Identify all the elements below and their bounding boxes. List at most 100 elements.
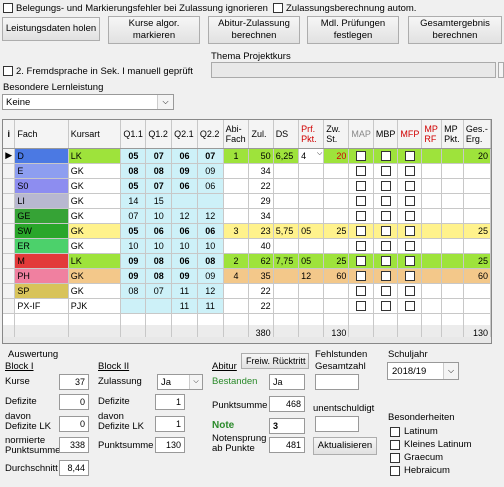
q-cell[interactable]: 06: [145, 223, 173, 239]
mbp-checkbox[interactable]: [373, 163, 399, 179]
checkbox-box[interactable]: [380, 150, 391, 161]
table-row[interactable]: PH GK 09 08 09 09 4 35 12 60 60: [3, 268, 491, 284]
mp-rf-cell[interactable]: [421, 208, 443, 224]
table-row[interactable]: SP GK 08 07 11 12 22: [3, 283, 491, 299]
q-cell[interactable]: 06: [197, 178, 224, 194]
q-cell[interactable]: 09: [120, 253, 147, 269]
gesamtzahl-field[interactable]: [315, 374, 359, 390]
mp-pkt-cell[interactable]: [441, 253, 464, 269]
checkbox-box[interactable]: [404, 195, 415, 206]
row-indicator[interactable]: [3, 283, 16, 299]
checkbox-box[interactable]: [404, 150, 415, 161]
q-cell[interactable]: [197, 193, 224, 209]
ignore-errors-checkbox[interactable]: [3, 3, 13, 13]
q-cell[interactable]: 05: [120, 223, 147, 239]
q-cell[interactable]: 06: [171, 253, 198, 269]
abifach-cell[interactable]: [223, 208, 250, 224]
map-checkbox[interactable]: [348, 148, 374, 164]
kurse-markieren-button[interactable]: Kurse algor. markieren: [108, 16, 200, 44]
col-header-ges[interactable]: Ges.-Erg.: [463, 120, 491, 149]
mbp-checkbox[interactable]: [373, 253, 399, 269]
mp-pkt-cell[interactable]: [441, 163, 464, 179]
abitur-zulassung-button[interactable]: Abitur-Zulassung berechnen: [208, 16, 300, 44]
mbp-checkbox[interactable]: [373, 268, 399, 284]
q-cell[interactable]: 15: [145, 193, 173, 209]
mfp-checkbox[interactable]: [397, 253, 423, 269]
row-indicator[interactable]: [3, 208, 16, 224]
q-cell[interactable]: 06: [197, 223, 224, 239]
kursart-cell[interactable]: GK: [68, 238, 122, 254]
fach-cell[interactable]: S0: [14, 178, 69, 194]
mbp-checkbox[interactable]: [373, 223, 399, 239]
mp-rf-cell[interactable]: [421, 253, 443, 269]
gesamtergebnis-button[interactable]: Gesamtergebnis berechnen: [408, 16, 502, 44]
checkbox-box[interactable]: [356, 150, 367, 161]
table-row[interactable]: SW GK 05 06 06 06 3 23 5,75 05 25 25: [3, 223, 491, 239]
mp-rf-cell[interactable]: [421, 298, 443, 314]
kursart-cell[interactable]: PJK: [68, 298, 122, 314]
row-indicator[interactable]: [3, 178, 16, 194]
row-indicator[interactable]: [3, 193, 16, 209]
mp-pkt-cell[interactable]: [441, 223, 464, 239]
q-cell[interactable]: 06: [171, 223, 198, 239]
q-cell[interactable]: 07: [197, 148, 224, 164]
q-cell[interactable]: 08: [120, 163, 147, 179]
mp-pkt-cell[interactable]: [441, 268, 464, 284]
checkbox-box[interactable]: [356, 255, 367, 266]
q-cell[interactable]: 08: [120, 283, 147, 299]
mp-pkt-cell[interactable]: [441, 148, 464, 164]
col-header-q12[interactable]: Q1.2: [145, 120, 173, 149]
col-header-zul[interactable]: Zul.: [248, 120, 274, 149]
mp-rf-cell[interactable]: [421, 238, 443, 254]
fach-cell[interactable]: PH: [14, 268, 69, 284]
checkbox-box[interactable]: [356, 240, 367, 251]
abifach-cell[interactable]: [223, 283, 250, 299]
col-header-prf[interactable]: Prf. Pkt.: [298, 120, 325, 149]
q-cell[interactable]: 05: [120, 178, 147, 194]
abifach-cell[interactable]: [223, 238, 250, 254]
q-cell[interactable]: [145, 298, 173, 314]
q-cell[interactable]: 08: [145, 163, 173, 179]
prf-cell[interactable]: [298, 178, 325, 194]
q-cell[interactable]: 08: [197, 253, 224, 269]
mp-rf-cell[interactable]: [421, 283, 443, 299]
q-cell[interactable]: 06: [171, 178, 198, 194]
table-row[interactable]: ER GK 10 10 10 10 40: [3, 238, 491, 254]
mbp-checkbox[interactable]: [373, 283, 399, 299]
col-header-q22[interactable]: Q2.2: [197, 120, 224, 149]
checkbox-box[interactable]: [404, 165, 415, 176]
q-cell[interactable]: [171, 193, 198, 209]
col-header-map[interactable]: MAP: [348, 120, 374, 149]
prf-cell[interactable]: [298, 298, 325, 314]
thema-side-button[interactable]: [498, 62, 504, 78]
col-header-mprf[interactable]: MP RF: [421, 120, 443, 149]
kursart-cell[interactable]: GK: [68, 208, 122, 224]
mp-rf-cell[interactable]: [421, 223, 443, 239]
table-row[interactable]: S0 GK 05 07 06 06 22: [3, 178, 491, 194]
kursart-cell[interactable]: LK: [68, 253, 122, 269]
abifach-cell[interactable]: [223, 178, 250, 194]
q-cell[interactable]: 10: [145, 238, 173, 254]
prf-cell[interactable]: [298, 283, 325, 299]
checkbox-box[interactable]: [380, 180, 391, 191]
kursart-cell[interactable]: GK: [68, 283, 122, 299]
checkbox-box[interactable]: [404, 255, 415, 266]
q-cell[interactable]: 06: [171, 148, 198, 164]
row-indicator[interactable]: ▶: [3, 148, 16, 164]
fach-cell[interactable]: D: [14, 148, 69, 164]
mp-pkt-cell[interactable]: [441, 238, 464, 254]
table-row[interactable]: M LK 09 08 06 08 2 62 7,75 05 25 25: [3, 253, 491, 269]
map-checkbox[interactable]: [348, 268, 374, 284]
col-header-zw[interactable]: Zw. St.: [323, 120, 350, 149]
q-cell[interactable]: 08: [145, 268, 173, 284]
col-header-kursart[interactable]: Kursart: [68, 120, 122, 149]
kursart-cell[interactable]: LK: [68, 148, 122, 164]
mp-rf-cell[interactable]: [421, 193, 443, 209]
mfp-checkbox[interactable]: [397, 193, 423, 209]
thema-projektkurs-field[interactable]: [211, 62, 496, 78]
checkbox-box[interactable]: [380, 270, 391, 281]
block2-zulassung-select[interactable]: Ja ⌵: [157, 374, 203, 390]
abifach-cell[interactable]: [223, 193, 250, 209]
map-checkbox[interactable]: [348, 163, 374, 179]
checkbox-box[interactable]: [380, 255, 391, 266]
